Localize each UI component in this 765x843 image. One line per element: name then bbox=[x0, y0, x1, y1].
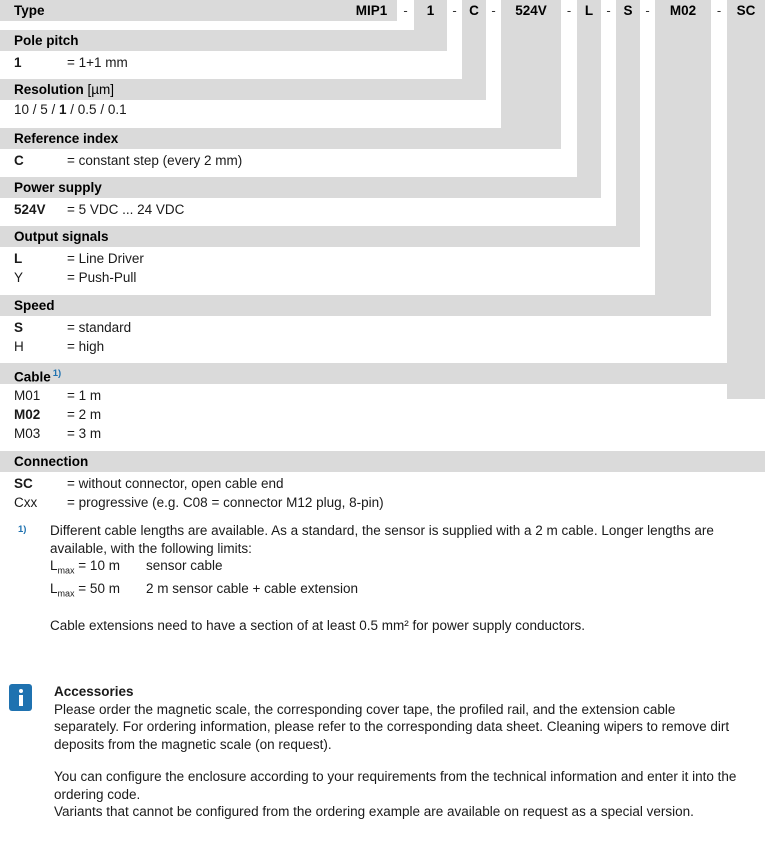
footnote-marker: 1) bbox=[18, 524, 27, 535]
option-description: = 3 m bbox=[67, 426, 102, 441]
footnote-paragraph: Different cable lengths are available. A… bbox=[50, 523, 714, 556]
option-description: = 5 VDC ... 24 VDC bbox=[67, 202, 185, 217]
section-bar-type bbox=[0, 0, 397, 21]
option-code: M02 bbox=[14, 407, 41, 422]
option-row-pole-pitch-1: 1 = 1+1 mm bbox=[0, 53, 765, 72]
option-description: = high bbox=[67, 339, 105, 354]
code-separator-4: - bbox=[561, 0, 577, 21]
option-description: = without connector, open cable end bbox=[67, 476, 284, 491]
code-segment-reference-index[interactable]: 524V bbox=[501, 0, 561, 21]
option-code: S bbox=[14, 320, 24, 335]
option-description: = constant step (every 2 mm) bbox=[67, 153, 243, 168]
accessories-paragraph-1: Please order the magnetic scale, the cor… bbox=[54, 701, 730, 752]
section-title-power-supply: Power supply bbox=[14, 180, 102, 195]
leader-column-reference bbox=[501, 0, 561, 145]
code-segment-pole-pitch[interactable]: 1 bbox=[414, 0, 447, 21]
option-code: 524V bbox=[14, 202, 46, 217]
accessories-title: Accessories bbox=[54, 684, 134, 699]
accessories-paragraph-3: Variants that cannot be configured from … bbox=[54, 804, 694, 819]
option-row-speed-h: H = high bbox=[0, 337, 765, 356]
section-title-text: Cable bbox=[14, 369, 51, 385]
section-bar-speed bbox=[0, 295, 711, 316]
option-code: C bbox=[14, 153, 24, 168]
section-title-text: Resolution bbox=[14, 82, 84, 97]
option-row-output-l: L = Line Driver bbox=[0, 249, 765, 268]
code-segment-power-supply[interactable]: L bbox=[577, 0, 601, 21]
section-bar-connection bbox=[0, 451, 765, 472]
section-title-type: Type bbox=[14, 3, 45, 18]
lmax-value-2: = 50 m bbox=[78, 581, 120, 597]
accessories-note: Accessories Please order the magnetic sc… bbox=[0, 683, 765, 821]
option-row-resolution-values: 10 / 5 / 1 / 0.5 / 0.1 bbox=[14, 102, 127, 117]
section-title-output-signals: Output signals bbox=[14, 229, 109, 244]
option-code: Y bbox=[14, 270, 24, 285]
code-segment-output-signals[interactable]: S bbox=[616, 0, 640, 21]
lmax-note-2: 2 m sensor cable + cable extension bbox=[146, 581, 358, 597]
option-row-reference-index-c: C = constant step (every 2 mm) bbox=[0, 151, 765, 170]
footnote-closing: Cable extensions need to have a section … bbox=[50, 618, 586, 634]
option-description: = Push-Pull bbox=[67, 270, 137, 285]
accessories-paragraph-2: You can configure the enclosure accordin… bbox=[54, 769, 737, 802]
lmax-note-1: sensor cable bbox=[146, 558, 223, 573]
option-row-cable-m03: M03 = 3 m bbox=[0, 424, 765, 443]
option-row-power-supply-524v: 524V = 5 VDC ... 24 VDC bbox=[0, 200, 765, 219]
option-row-cable-m02: M02 = 2 m bbox=[0, 405, 765, 424]
accessories-body: Accessories Please order the magnetic sc… bbox=[54, 683, 744, 821]
section-bar-cable bbox=[0, 363, 765, 384]
code-segment-type[interactable]: MIP1 bbox=[346, 0, 397, 21]
code-separator-2: - bbox=[447, 0, 462, 21]
code-segment-resolution[interactable]: C bbox=[462, 0, 486, 21]
option-code: M01 bbox=[14, 388, 41, 403]
footnote-limit-2: Lmax = 50 m 2 m sensor cable + cable exte… bbox=[50, 580, 750, 603]
option-row-output-y: Y = Push-Pull bbox=[0, 268, 765, 287]
option-code: SC bbox=[14, 476, 33, 491]
option-code: L bbox=[14, 251, 23, 266]
option-description: = 1+1 mm bbox=[67, 55, 128, 70]
code-separator-3: - bbox=[486, 0, 501, 21]
lmax-label-1: Lmax = 10 m bbox=[50, 558, 120, 576]
option-code: 1 bbox=[14, 55, 22, 70]
footnote-ref-cable: 1) bbox=[52, 368, 62, 379]
code-separator-5: - bbox=[601, 0, 616, 21]
option-description: = Line Driver bbox=[67, 251, 144, 266]
footnote-limit-1: Lmax = 10 m sensor cable bbox=[50, 557, 750, 580]
section-title-reference-index: Reference index bbox=[14, 131, 119, 146]
section-title-cable: Cable 1) bbox=[14, 363, 61, 388]
ordering-code-table: MIP1 - 1 - C - 524V - L - S - M02 - SC T… bbox=[0, 0, 765, 510]
option-code: M03 bbox=[14, 426, 41, 441]
option-description: = progressive (e.g. C08 = connector M12 … bbox=[67, 495, 384, 510]
code-separator-6: - bbox=[640, 0, 655, 21]
code-separator-1: - bbox=[397, 0, 414, 21]
code-segment-speed[interactable]: M02 bbox=[655, 0, 711, 21]
lmax-value-1: = 10 m bbox=[78, 558, 120, 573]
section-title-pole-pitch: Pole pitch bbox=[14, 33, 79, 48]
code-segment-connection[interactable]: SC bbox=[727, 0, 765, 21]
option-row-connection-sc: SC = without connector, open cable end bbox=[0, 474, 765, 493]
section-title-speed: Speed bbox=[14, 298, 55, 313]
option-row-cable-m01: M01 = 1 m bbox=[0, 386, 765, 405]
footnote-body: Different cable lengths are available. A… bbox=[50, 522, 750, 635]
option-description: = 2 m bbox=[67, 407, 102, 422]
section-title-connection: Connection bbox=[14, 454, 89, 469]
option-row-speed-s: S = standard bbox=[0, 318, 765, 337]
option-code: Cxx bbox=[14, 495, 38, 510]
option-description: = 1 m bbox=[67, 388, 102, 403]
option-row-connection-cxx: Cxx = progressive (e.g. C08 = connector … bbox=[0, 493, 765, 512]
lmax-label-2: Lmax = 50 m bbox=[50, 581, 120, 599]
info-icon bbox=[9, 684, 32, 711]
code-separator-7: - bbox=[711, 0, 727, 21]
section-title-unit: [µm] bbox=[87, 82, 115, 97]
section-title-resolution: Resolution [µm] bbox=[14, 79, 114, 100]
option-description: = standard bbox=[67, 320, 132, 335]
footnote-block: 1) Different cable lengths are available… bbox=[0, 522, 765, 635]
option-code: H bbox=[14, 339, 24, 354]
